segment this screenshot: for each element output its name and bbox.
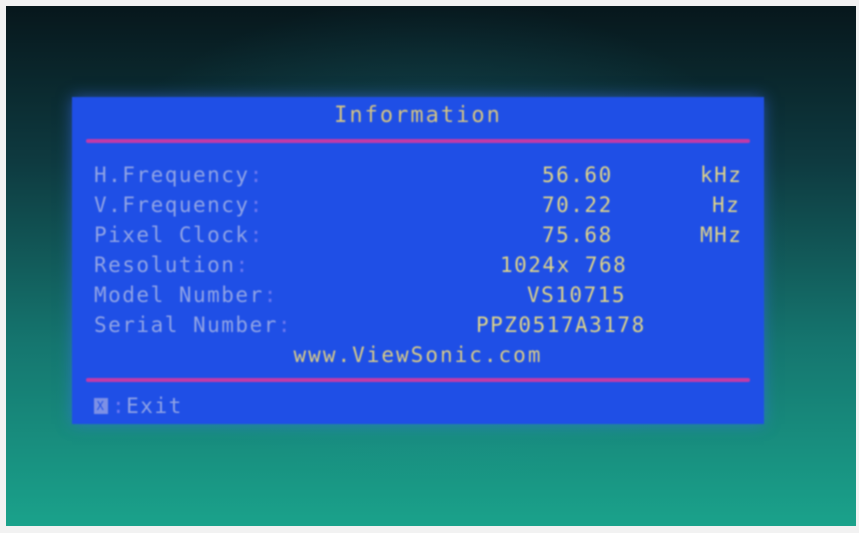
serial-number-label: Serial Number: [94,313,293,337]
v-frequency-label: V.Frequency: [94,193,264,217]
bottom-divider [86,378,750,382]
serial-number-row: Serial Number: PPZ0517A3178 [72,313,764,337]
pixel-clock-row: Pixel Clock: 75.68 MHz [72,223,764,247]
h-frequency-label: H.Frequency: [94,163,264,187]
v-frequency-value: 70.22 [542,193,613,217]
h-frequency-row: H.Frequency: 56.60 kHz [72,163,764,187]
pixel-clock-unit: MHz [700,223,743,247]
serial-number-value: PPZ0517A3178 [476,313,646,337]
resolution-row: Resolution: 1024x 768 [72,253,764,277]
model-number-value: VS10715 [527,283,627,307]
website-url: www.ViewSonic.com [293,343,543,367]
model-number-label: Model Number: [94,283,278,307]
top-divider [86,139,750,143]
resolution-value: 1024x 768 [500,253,628,277]
resolution-label: Resolution: [94,253,250,277]
monitor-photo: Information H.Frequency: 56.60 kHz V.Fre… [6,6,856,526]
osd-title: Information [334,103,502,128]
pixel-clock-label: Pixel Clock: [94,223,264,247]
v-frequency-row: V.Frequency: 70.22 Hz [72,193,764,217]
model-number-row: Model Number: VS10715 [72,283,764,307]
exit-key-icon: X [94,398,108,414]
exit-button[interactable]: X : Exit [94,394,183,418]
h-frequency-unit: kHz [700,163,743,187]
v-frequency-unit: Hz [712,193,741,217]
info-osd-panel: Information H.Frequency: 56.60 kHz V.Fre… [72,97,764,424]
exit-separator: : [112,394,127,418]
exit-label: Exit [126,394,183,418]
pixel-clock-value: 75.68 [542,223,613,247]
h-frequency-value: 56.60 [542,163,613,187]
